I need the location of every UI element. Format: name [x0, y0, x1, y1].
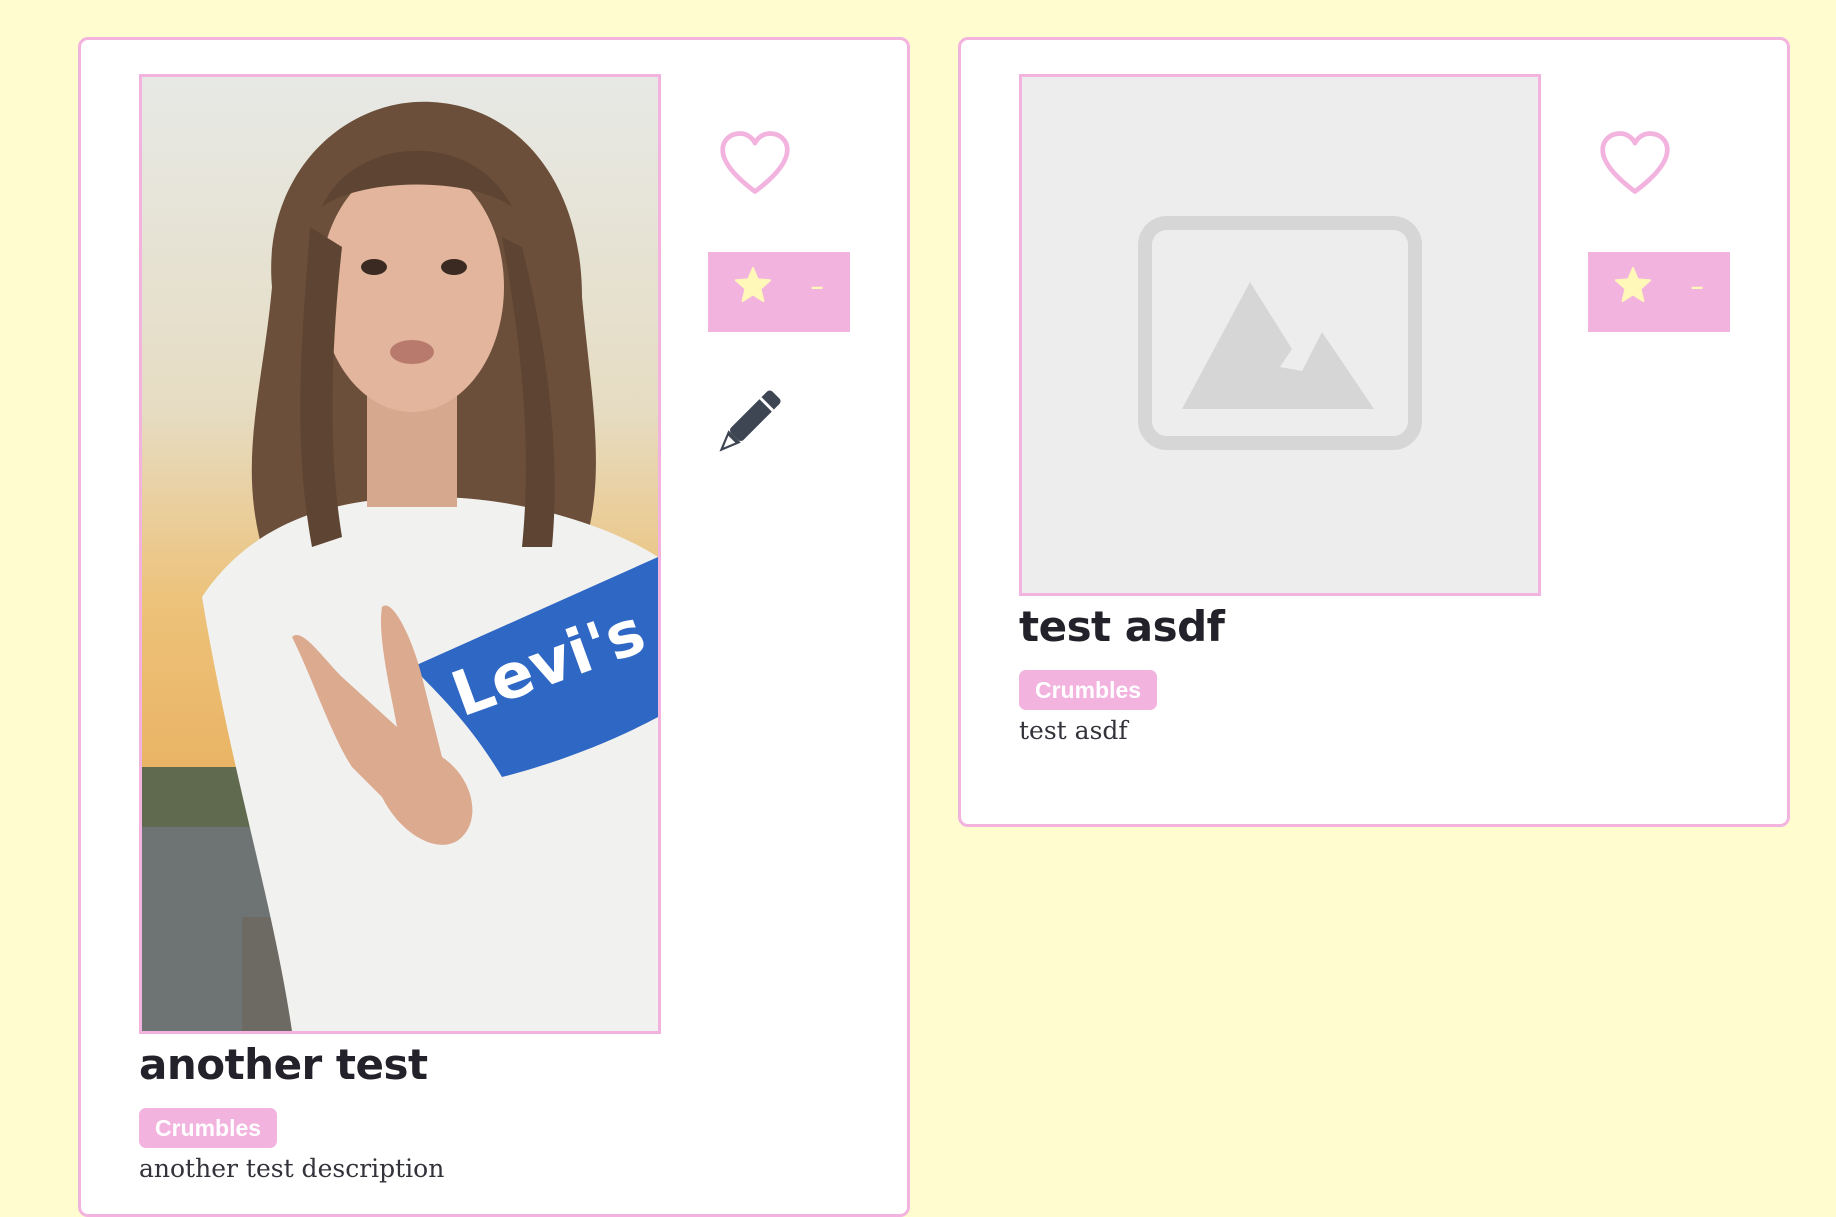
pencil-icon[interactable] — [708, 385, 786, 463]
rating-button[interactable]: – — [1588, 252, 1730, 332]
recipe-photo: Levi's — [139, 74, 661, 1034]
star-icon — [1614, 266, 1652, 303]
recipe-title[interactable]: another test — [139, 1040, 428, 1089]
category-tag[interactable]: Crumbles — [139, 1108, 278, 1148]
recipe-description: another test description — [139, 1154, 445, 1183]
rating-value: – — [811, 274, 824, 299]
category-tag[interactable]: Crumbles — [1019, 670, 1158, 710]
heart-outline-icon[interactable] — [717, 128, 793, 198]
star-icon — [734, 266, 772, 303]
rating-value: – — [1691, 274, 1704, 299]
heart-outline-icon[interactable] — [1597, 128, 1673, 198]
rating-button[interactable]: – — [708, 252, 850, 332]
recipe-card[interactable]: – test asdf Crumbles test asdf — [958, 37, 1790, 827]
image-placeholder-icon — [1022, 77, 1538, 593]
recipe-card[interactable]: Levi's – another test Crumbles another t… — [78, 37, 910, 1217]
recipe-title[interactable]: test asdf — [1019, 602, 1225, 651]
image-placeholder — [1019, 74, 1541, 596]
recipe-description: test asdf — [1019, 716, 1128, 745]
